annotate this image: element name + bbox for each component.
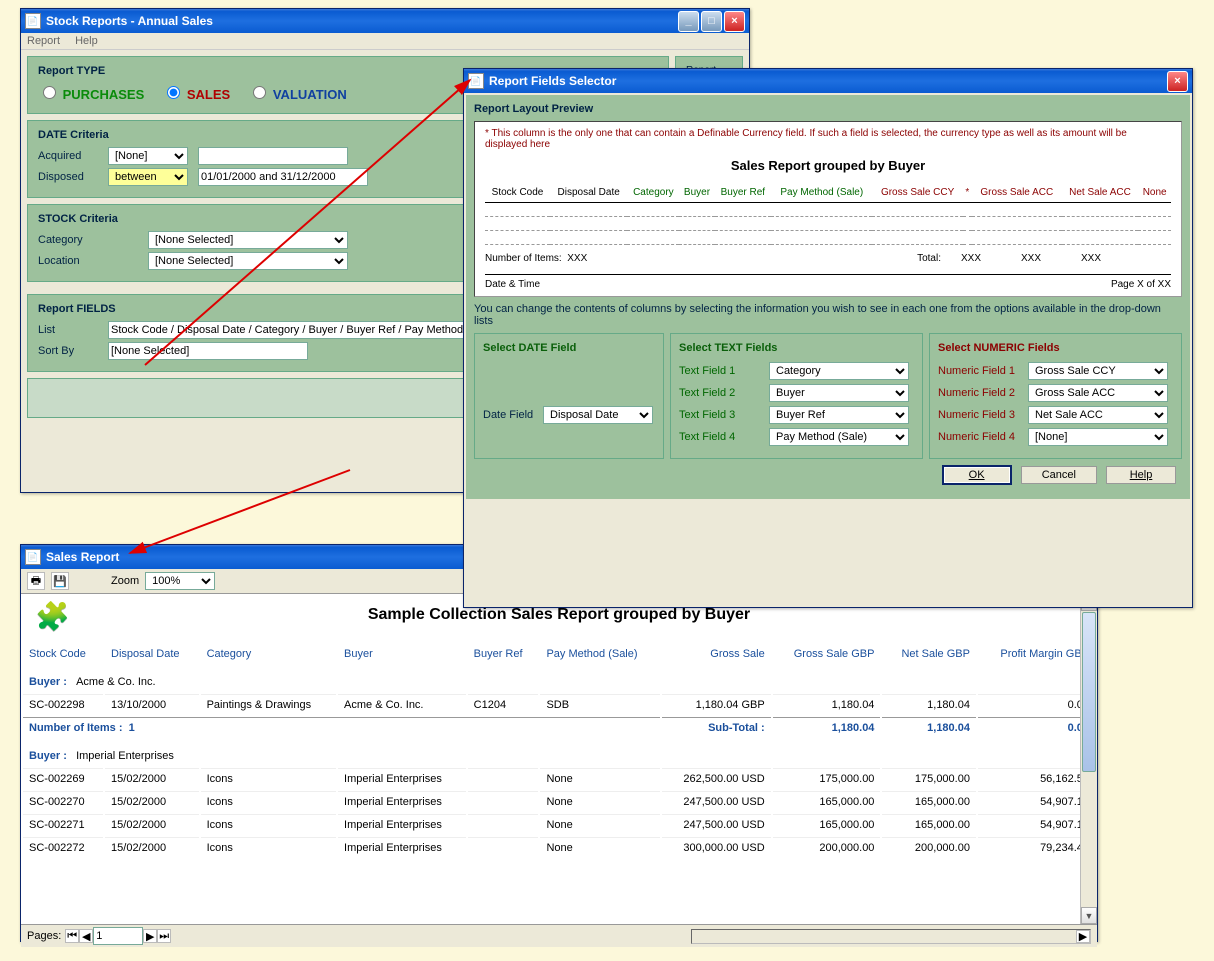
cancel-button[interactable]: Cancel [1021, 466, 1097, 484]
close-button[interactable]: × [1167, 71, 1188, 92]
sort-label: Sort By [38, 345, 108, 357]
acquired-select[interactable]: [None] [108, 147, 188, 165]
app-icon: 📄 [468, 73, 484, 89]
window-title: Report Fields Selector [489, 74, 616, 88]
acquired-input[interactable] [198, 147, 348, 165]
disposed-label: Disposed [38, 171, 108, 183]
first-page-button[interactable]: ⏮ [65, 929, 79, 943]
export-icon[interactable]: 💾 [51, 572, 69, 590]
category-select[interactable]: [None Selected] [148, 231, 348, 249]
numeric-field-label: Numeric Field 4 [938, 431, 1028, 443]
report-icon: 📄 [25, 549, 41, 565]
table-row: SC-00226915/02/2000IconsImperial Enterpr… [23, 768, 1095, 789]
scroll-right-button[interactable]: ▶ [1076, 930, 1090, 943]
menubar: Report Help [21, 33, 749, 50]
menu-help[interactable]: Help [75, 35, 98, 47]
help-button[interactable]: Help [1106, 466, 1176, 484]
text-field-label: Text Field 4 [679, 431, 769, 443]
text-field-label: Text Field 3 [679, 409, 769, 421]
text-field-select-3[interactable]: Pay Method (Sale) [769, 428, 909, 446]
text-field-select-2[interactable]: Buyer Ref [769, 406, 909, 424]
text-field-label: Text Field 2 [679, 387, 769, 399]
titlebar[interactable]: 📄 Stock Reports - Annual Sales _ □ × [21, 9, 749, 33]
table-row: SC-00227215/02/2000IconsImperial Enterpr… [23, 837, 1095, 858]
ok-button[interactable]: OK [942, 465, 1012, 485]
menu-report[interactable]: Report [27, 35, 60, 47]
text-field-label: Text Field 1 [679, 365, 769, 377]
page-input[interactable] [93, 927, 143, 945]
disposed-select[interactable]: between [108, 168, 188, 186]
scroll-thumb[interactable] [1082, 612, 1096, 772]
titlebar[interactable]: 📄 Report Fields Selector × [464, 69, 1192, 93]
close-button[interactable]: × [724, 11, 745, 32]
button-bar: OK Cancel Help [474, 459, 1182, 491]
text-field-select-0[interactable]: Category [769, 362, 909, 380]
window-title: Sales Report [46, 550, 119, 564]
location-select[interactable]: [None Selected] [148, 252, 348, 270]
scroll-down-button[interactable]: ▼ [1081, 907, 1097, 924]
report-table: Stock CodeDisposal DateCategoryBuyerBuye… [21, 642, 1097, 860]
instruction-text: You can change the contents of columns b… [474, 303, 1182, 327]
numeric-field-label: Numeric Field 1 [938, 365, 1028, 377]
numeric-field-select-3[interactable]: [None] [1028, 428, 1168, 446]
zoom-select[interactable]: 100% [145, 572, 215, 590]
logo-icon: 🧩 [35, 600, 75, 640]
numeric-field-label: Numeric Field 3 [938, 409, 1028, 421]
window-title: Stock Reports - Annual Sales [46, 14, 213, 28]
sort-input[interactable] [108, 342, 308, 360]
text-fields-section: Select TEXT Fields Text Field 1CategoryT… [670, 333, 923, 459]
fields-selector-window: 📄 Report Fields Selector × Report Layout… [463, 68, 1193, 608]
table-row: SC-00229813/10/2000Paintings & DrawingsA… [23, 694, 1095, 715]
table-row: SC-00227015/02/2000IconsImperial Enterpr… [23, 791, 1095, 812]
numeric-field-select-0[interactable]: Gross Sale CCY [1028, 362, 1168, 380]
next-page-button[interactable]: ▶ [143, 929, 157, 943]
acquired-label: Acquired [38, 150, 108, 162]
preview-box: * This column is the only one that can c… [474, 121, 1182, 297]
app-icon: 📄 [25, 13, 41, 29]
print-icon[interactable]: 🖶 [27, 572, 45, 590]
disposed-input[interactable] [198, 168, 368, 186]
numeric-field-select-1[interactable]: Gross Sale ACC [1028, 384, 1168, 402]
radio-valuation[interactable]: VALUATION [248, 83, 347, 102]
date-field-section: Select DATE Field Date Field Disposal Da… [474, 333, 664, 459]
vertical-scrollbar[interactable]: ▲ ▼ [1080, 594, 1097, 924]
datetime-label: Date & Time [485, 279, 540, 290]
table-row: SC-00227115/02/2000IconsImperial Enterpr… [23, 814, 1095, 835]
horizontal-scrollbar[interactable]: ▶ [691, 929, 1091, 944]
text-field-select-1[interactable]: Buyer [769, 384, 909, 402]
preview-heading: Report Layout Preview [474, 103, 1182, 115]
prev-page-button[interactable]: ◀ [79, 929, 93, 943]
radio-purchases[interactable]: PURCHASES [38, 83, 144, 102]
report-body: 🧩 Sample Collection Sales Report grouped… [21, 594, 1097, 924]
radio-sales[interactable]: SALES [162, 83, 230, 102]
page-label: Page X of XX [1111, 279, 1171, 290]
minimize-button[interactable]: _ [678, 11, 699, 32]
date-field-select[interactable]: Disposal Date [543, 406, 653, 424]
numeric-field-label: Numeric Field 2 [938, 387, 1028, 399]
date-field-label: Date Field [483, 409, 543, 421]
numeric-field-select-2[interactable]: Net Sale ACC [1028, 406, 1168, 424]
preview-title: Sales Report grouped by Buyer [485, 158, 1171, 173]
pager: Pages: ⏮ ◀ ▶ ⏭ ▶ [21, 924, 1097, 947]
list-label: List [38, 324, 108, 336]
numeric-fields-section: Select NUMERIC Fields Numeric Field 1Gro… [929, 333, 1182, 459]
maximize-button[interactable]: □ [701, 11, 722, 32]
location-label: Location [38, 255, 148, 267]
preview-table: Stock CodeDisposal DateCategoryBuyerBuye… [485, 183, 1171, 245]
pages-label: Pages: [27, 930, 61, 942]
zoom-label: Zoom [111, 575, 139, 587]
preview-note: * This column is the only one that can c… [485, 128, 1171, 150]
category-label: Category [38, 234, 148, 246]
last-page-button[interactable]: ⏭ [157, 929, 171, 943]
